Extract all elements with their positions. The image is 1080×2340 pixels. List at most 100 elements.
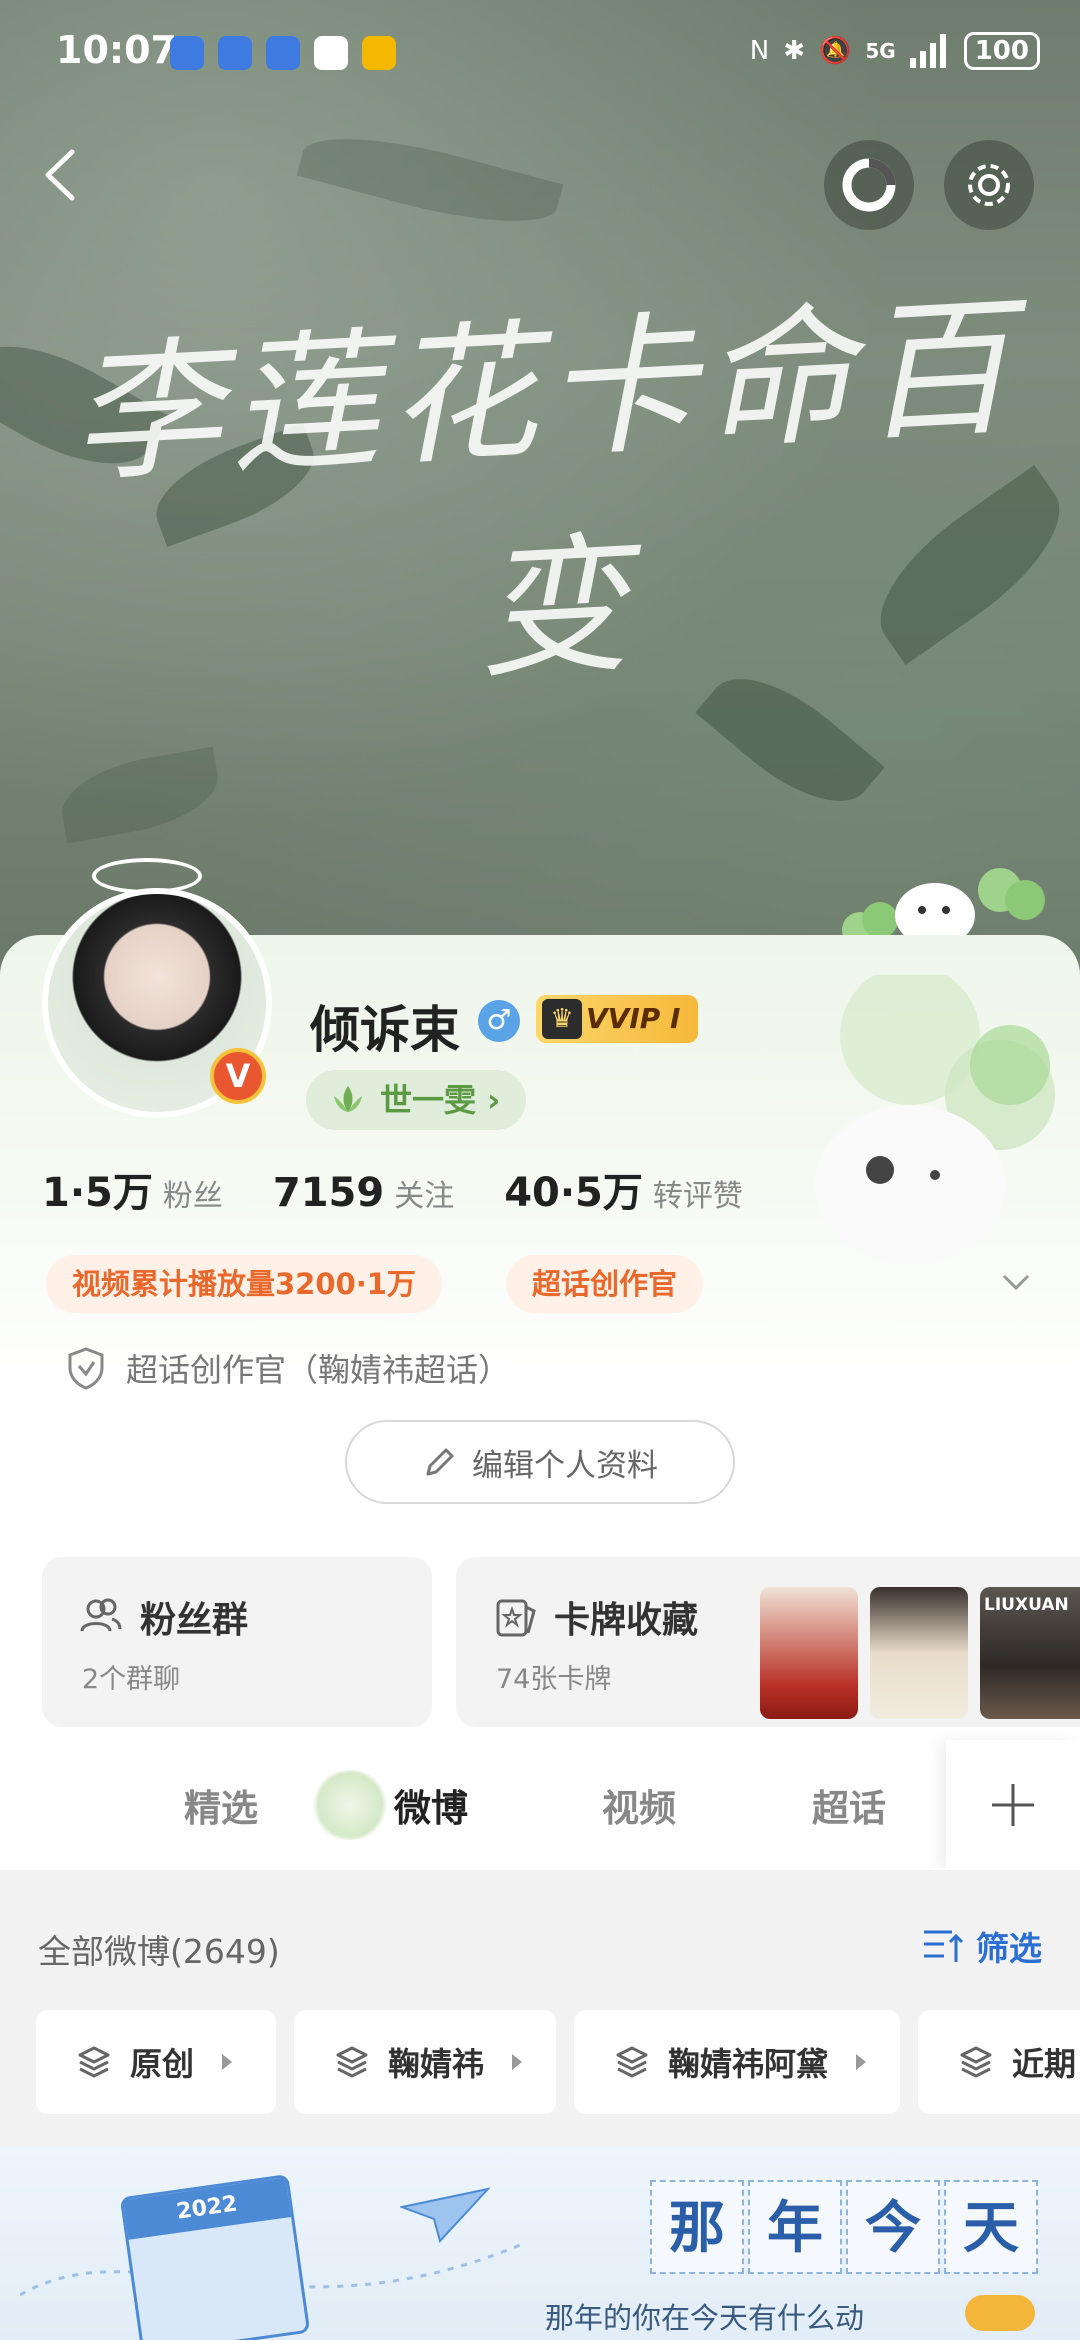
profile-cover[interactable]: 李莲花卡命百变 [0,0,1080,1000]
battery-indicator: 100 [963,32,1040,70]
status-indicators: N ✱ 🔕 5G 100 [750,32,1040,70]
lotus-icon [334,1086,362,1112]
chip-recent[interactable]: 近期 [918,2010,1080,2114]
banner-pill [965,2295,1035,2331]
weibo-app-icon [362,36,396,70]
alarm-app-icon [170,36,204,70]
banner-caption: 那年的你在今天有什么动 [545,2301,865,2335]
chevron-down-icon[interactable] [996,1262,1036,1302]
profile-stats: 1·5万 粉丝 7159 关注 40·5万 转评赞 [42,1160,743,1218]
feed-title: 全部微博(2649) [38,1932,280,1971]
chip-label: 鞠婧祎阿黛 [668,2045,829,2083]
role-line: 超话创作官（鞠婧祎超话） [66,1345,510,1391]
status-time: 10:07 [56,28,177,72]
calendar-year: 2022 [123,2177,292,2240]
card-icon [496,1599,536,1637]
card-collection-title: 卡牌收藏 [554,1600,699,1641]
tab-weibo[interactable]: 微博 [394,1778,468,1832]
shield-icon [68,1347,104,1390]
stamp: 天 [944,2180,1038,2274]
pencil-icon [426,1448,454,1476]
chip-label: 鞠婧祎 [388,2045,485,2083]
stat-interactions[interactable]: 40·5万 转评赞 [504,1160,743,1218]
chip-label: 原创 [130,2045,195,2083]
filter-label: 筛选 [976,1929,1042,1968]
chevron-left-icon [45,149,75,201]
on-this-day-banner[interactable]: 2022 那 年 今 天 那年的你在今天有什么动 [0,2145,1080,2340]
plus-icon [992,1784,1034,1826]
puppy-clover-sticker [815,975,1055,1265]
settings-button[interactable] [944,140,1034,230]
card-thumbnail: LIUXUAN [980,1587,1080,1719]
card-collection-card[interactable]: 卡牌收藏 74张卡牌 LIUXUAN [456,1557,1080,1727]
leaf-decoration [296,117,564,243]
tab-video[interactable]: 视频 [602,1778,676,1832]
title-chip-label: 世一雯 › [380,1081,501,1119]
tab-supertopic[interactable]: 超话 [812,1778,886,1832]
chip-original[interactable]: 原创 [36,2010,276,2114]
profile-tabs: 精选 微博 视频 超话 [0,1740,1080,1870]
nfc-icon: N [749,36,770,66]
gender-male-icon: ♂ [478,1000,520,1042]
card-collection-subtitle: 74张卡牌 [496,1664,612,1695]
tab-sticker-decoration [310,1770,390,1840]
mute-icon: 🔕 [819,36,852,66]
stamp-row: 那 年 今 天 [650,2180,1038,2274]
edit-profile-button[interactable]: 编辑个人资料 [345,1420,735,1504]
gear-icon [968,164,1010,206]
fans-group-card[interactable]: 粉丝群 2个群聊 [42,1557,432,1727]
filter-icon [924,1930,964,1962]
supertopic-creator-tag[interactable]: 超话创作官 [506,1255,704,1313]
crown-icon: ♛ [542,999,582,1039]
stat-value: 1·5万 [42,1170,153,1216]
chip-label: 近期 [1012,2045,1077,2083]
username: 倾诉束 [310,1001,460,1059]
add-tab-button[interactable] [946,1740,1080,1870]
stat-value: 7159 [272,1170,385,1216]
signal-icon [909,34,946,68]
layers-icon [616,2046,648,2078]
video-plays-tag[interactable]: 视频累计播放量3200·1万 [46,1255,442,1313]
vip-label: VVIP I [586,1002,681,1035]
leaf-decoration [55,746,225,844]
chip-jujingyi-adai[interactable]: 鞠婧祎阿黛 [574,2010,900,2114]
calendar-icon: 2022 [119,2173,311,2340]
filter-button[interactable]: 筛选 [922,1922,1042,1970]
back-button[interactable] [30,140,100,210]
layers-icon [960,2046,992,2078]
stamp: 那 [650,2180,744,2274]
vip-badge[interactable]: ♛ VVIP I [536,995,699,1043]
paper-plane-icon [400,2187,490,2244]
caret-right-icon [856,2054,867,2070]
edit-profile-label: 编辑个人资料 [472,1447,658,1484]
role-text: 超话创作官（鞠婧祎超话） [126,1351,511,1389]
browser-app-icon [314,36,348,70]
network-label: 5G [865,39,896,63]
stat-followers[interactable]: 1·5万 粉丝 [42,1160,223,1218]
layers-icon [336,2046,368,2078]
stamp: 年 [748,2180,842,2274]
group-icon [80,1598,122,1632]
feed-section: 全部微博(2649) 筛选 原创 鞠婧祎 鞠婧祎阿黛 近期 [0,1870,1080,2145]
card-thumbnail [760,1587,858,1719]
card-thumbnail-text: LIUXUAN [984,1595,1069,1615]
bluetooth-icon: ✱ [783,36,805,66]
verified-badge: V [210,1048,266,1104]
stat-label: 关注 [394,1179,455,1214]
status-bar: 10:07 N ✱ 🔕 5G 100 [0,0,1080,110]
avatar[interactable]: V [42,858,272,1118]
title-chip[interactable]: 世一雯 › [306,1070,527,1130]
stamp: 今 [846,2180,940,2274]
stat-following[interactable]: 7159 关注 [273,1170,454,1216]
halo-decoration [92,858,202,894]
chip-jujingyi[interactable]: 鞠婧祎 [294,2010,556,2114]
cover-calligraphy: 李莲花卡命百变 [67,280,1023,700]
stat-value: 40·5万 [504,1170,643,1216]
alarm-app-icon [266,36,300,70]
story-ring-button[interactable] [824,140,914,230]
refresh-ring-icon [842,158,896,212]
caret-right-icon [222,2054,233,2070]
fans-group-title: 粉丝群 [140,1600,249,1641]
tab-featured[interactable]: 精选 [184,1778,258,1832]
card-thumbnail [870,1587,968,1719]
